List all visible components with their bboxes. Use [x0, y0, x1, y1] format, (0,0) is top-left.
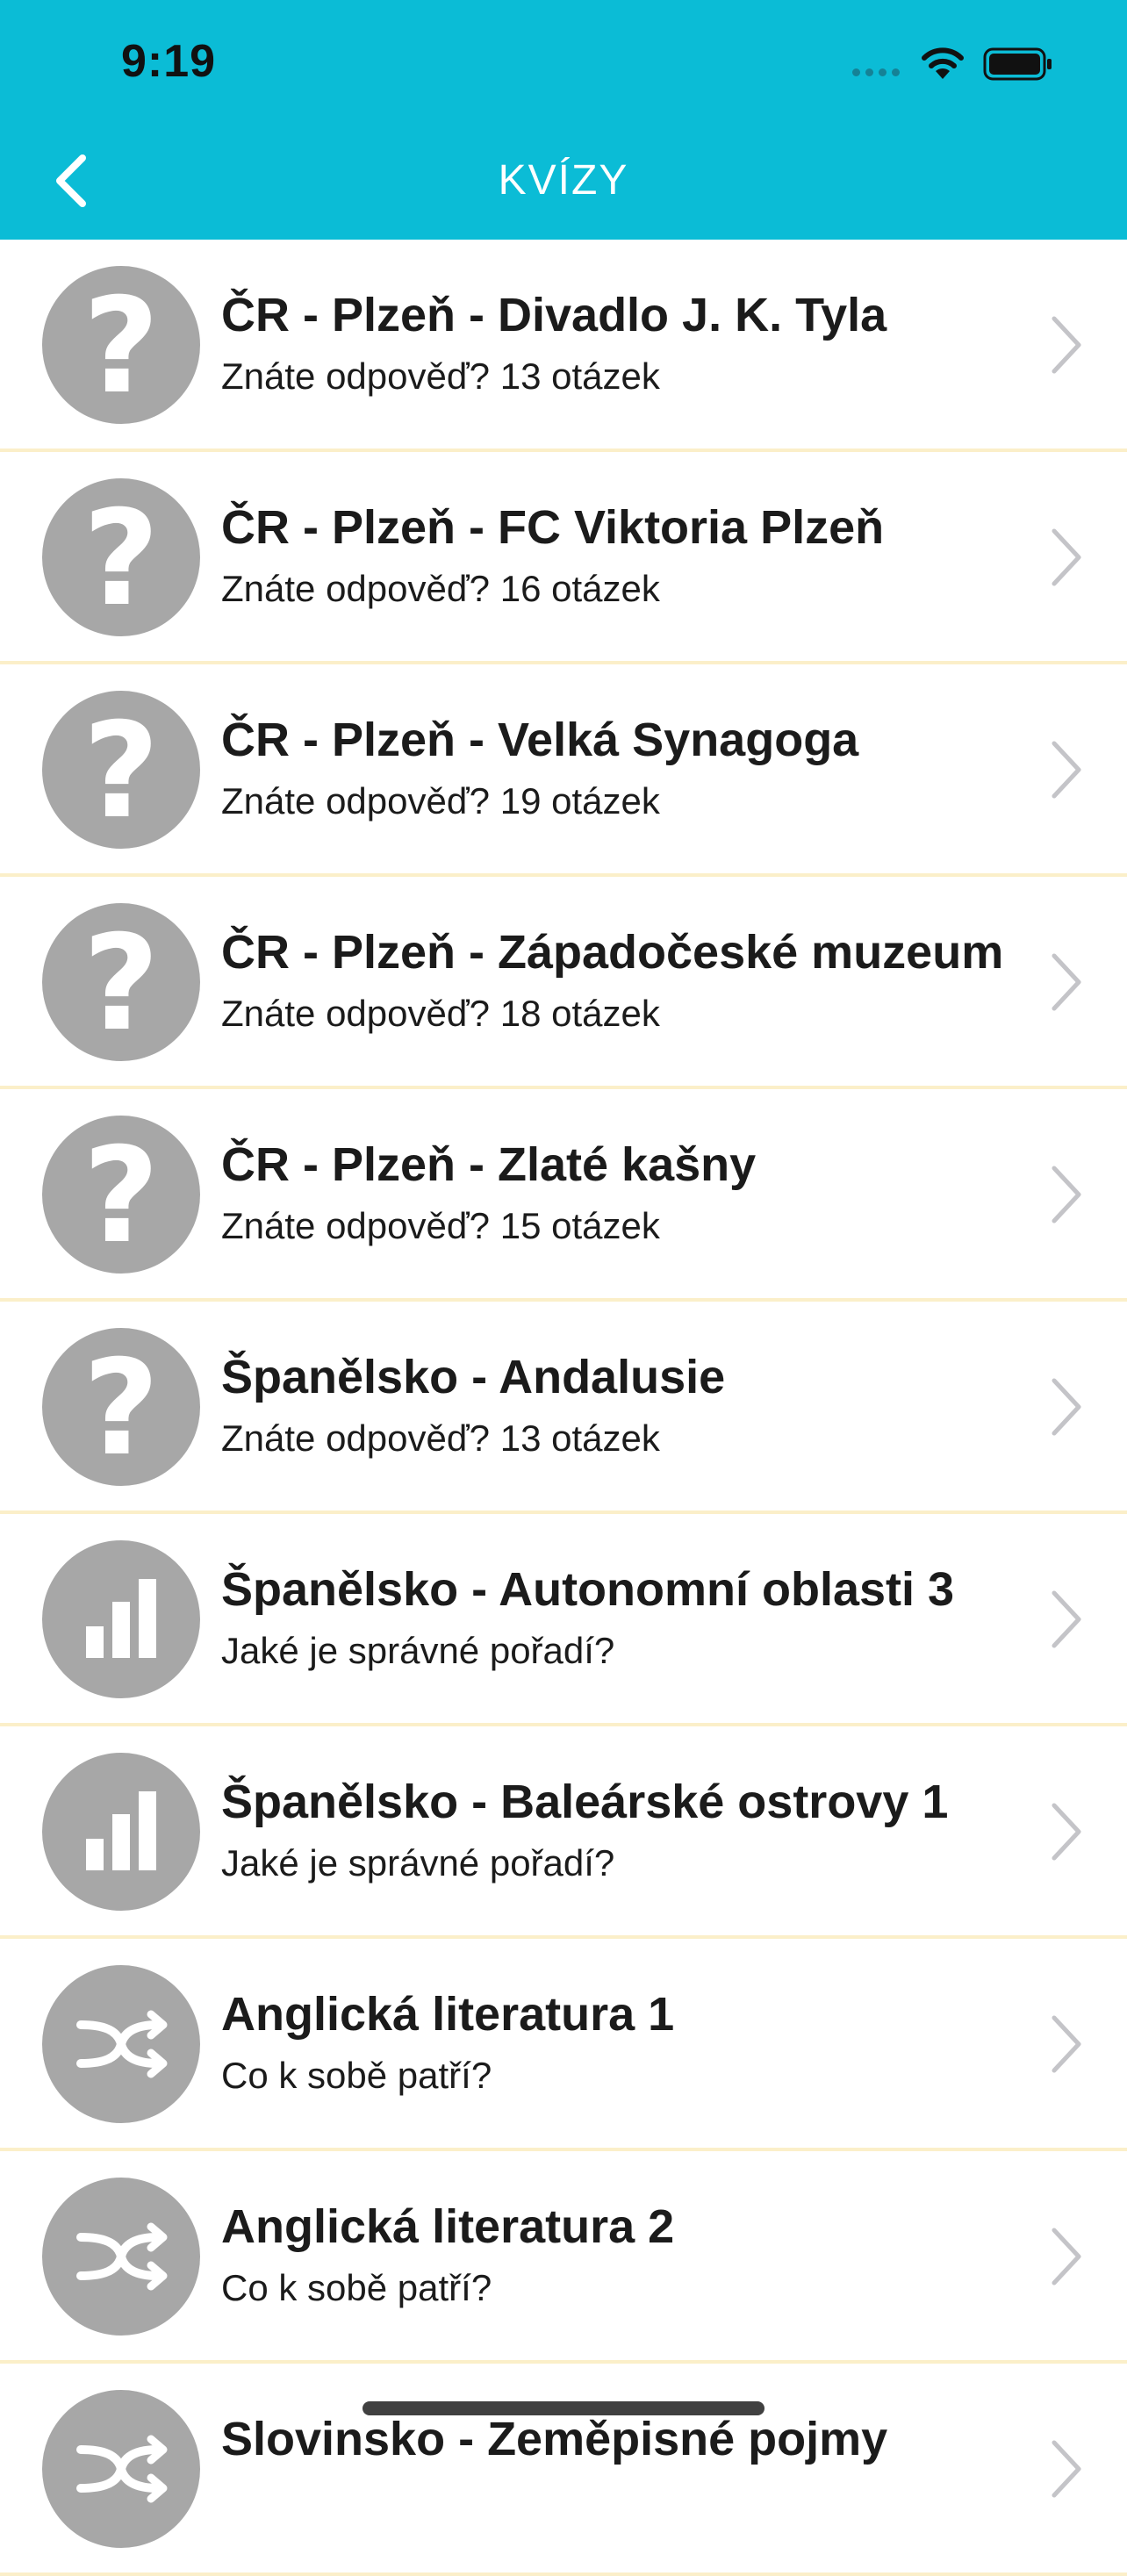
list-item[interactable]: Anglická literatura 2 Co k sobě patří?	[0, 2151, 1127, 2364]
list-item[interactable]: ? ČR - Plzeň - FC Viktoria Plzeň Znáte o…	[0, 452, 1127, 664]
avatar: ?	[42, 1328, 200, 1486]
chevron-right-icon	[1052, 528, 1081, 586]
wifi-icon	[922, 47, 964, 79]
avatar: ?	[42, 691, 200, 849]
avatar	[42, 1753, 200, 1911]
avatar: ?	[42, 1116, 200, 1274]
list-item-title: Slovinsko - Zeměpisné pojmy	[221, 2413, 888, 2465]
avatar: ?	[42, 903, 200, 1061]
avatar	[42, 1540, 200, 1698]
list-item[interactable]: Slovinsko - Zeměpisné pojmy	[0, 2364, 1127, 2576]
list-item-subtitle: Co k sobě patří?	[221, 2055, 492, 2096]
question-mark-icon: ?	[83, 270, 160, 423]
question-mark-icon: ?	[83, 1120, 160, 1273]
list-item-subtitle: Jaké je správné pořadí?	[221, 1630, 615, 1671]
list-item-title: Španělsko - Andalusie	[221, 1351, 726, 1403]
shuffle-icon	[76, 2010, 168, 2078]
chevron-right-icon	[1052, 1378, 1081, 1436]
home-indicator	[363, 2401, 764, 2415]
list-item[interactable]: Španělsko - Baleárské ostrovy 1 Jaké je …	[0, 1726, 1127, 1939]
list-item[interactable]: ? ČR - Plzeň - Západočeské muzeum Znáte …	[0, 877, 1127, 1089]
cellular-signal-icon	[852, 68, 900, 76]
list-item[interactable]: ? ČR - Plzeň - Divadlo J. K. Tyla Znáte …	[0, 240, 1127, 452]
chevron-right-icon	[1052, 1166, 1081, 1223]
shuffle-icon	[76, 2435, 168, 2503]
list-item-subtitle: Znáte odpověď? 18 otázek	[221, 993, 660, 1034]
list-item[interactable]: Anglická literatura 1 Co k sobě patří?	[0, 1939, 1127, 2151]
chevron-right-icon	[1052, 741, 1081, 799]
list-item-title: Španělsko - Baleárské ostrovy 1	[221, 1776, 949, 1828]
page-title: KVÍZY	[498, 157, 629, 204]
avatar	[42, 1965, 200, 2123]
list-item-title: Španělsko - Autonomní oblasti 3	[221, 1563, 955, 1616]
list-item[interactable]: ? Španělsko - Andalusie Znáte odpověď? 1…	[0, 1302, 1127, 1514]
avatar: ?	[42, 478, 200, 636]
chevron-right-icon	[1052, 1590, 1081, 1648]
quiz-list: ? ČR - Plzeň - Divadlo J. K. Tyla Znáte …	[0, 240, 1127, 2576]
chevron-right-icon	[1052, 2228, 1081, 2285]
question-mark-icon: ?	[83, 908, 160, 1060]
chevron-right-icon	[1052, 2015, 1081, 2073]
list-item[interactable]: ? ČR - Plzeň - Velká Synagoga Znáte odpo…	[0, 664, 1127, 877]
list-item-title: ČR - Plzeň - Velká Synagoga	[221, 714, 859, 766]
list-item-subtitle: Co k sobě patří?	[221, 2267, 492, 2308]
list-item-title: ČR - Plzeň - Divadlo J. K. Tyla	[221, 289, 887, 341]
question-mark-icon: ?	[83, 695, 160, 848]
battery-icon	[983, 47, 1052, 81]
list-item-title: ČR - Plzeň - Zlaté kašny	[221, 1138, 757, 1191]
shuffle-icon	[76, 2222, 168, 2291]
nav-header: 9:19 KVÍZY	[0, 0, 1127, 240]
list-item-subtitle: Jaké je správné pořadí?	[221, 1842, 615, 1884]
list-item-title: ČR - Plzeň - FC Viktoria Plzeň	[221, 501, 885, 554]
chevron-right-icon	[1052, 1803, 1081, 1861]
avatar	[42, 2390, 200, 2548]
list-item-title: Anglická literatura 2	[221, 2200, 675, 2253]
list-item[interactable]: Španělsko - Autonomní oblasti 3 Jaké je …	[0, 1514, 1127, 1726]
chevron-right-icon	[1052, 953, 1081, 1011]
list-item-subtitle: Znáte odpověď? 15 otázek	[221, 1205, 660, 1246]
bar-chart-icon	[86, 1791, 156, 1870]
avatar: ?	[42, 266, 200, 424]
question-mark-icon: ?	[83, 483, 160, 635]
list-item-subtitle: Znáte odpověď? 19 otázek	[221, 780, 660, 822]
list-item-subtitle: Znáte odpověď? 16 otázek	[221, 568, 660, 609]
avatar	[42, 2178, 200, 2336]
bar-chart-icon	[86, 1579, 156, 1658]
chevron-right-icon	[1052, 316, 1081, 374]
list-item-subtitle: Znáte odpověď? 13 otázek	[221, 1417, 660, 1459]
list-item-title: ČR - Plzeň - Západočeské muzeum	[221, 926, 1004, 979]
status-time: 9:19	[121, 36, 217, 87]
list-item-subtitle: Znáte odpověď? 13 otázek	[221, 355, 660, 397]
list-item[interactable]: ? ČR - Plzeň - Zlaté kašny Znáte odpověď…	[0, 1089, 1127, 1302]
list-item-title: Anglická literatura 1	[221, 1988, 675, 2041]
chevron-right-icon	[1052, 2440, 1081, 2498]
question-mark-icon: ?	[83, 1332, 160, 1485]
